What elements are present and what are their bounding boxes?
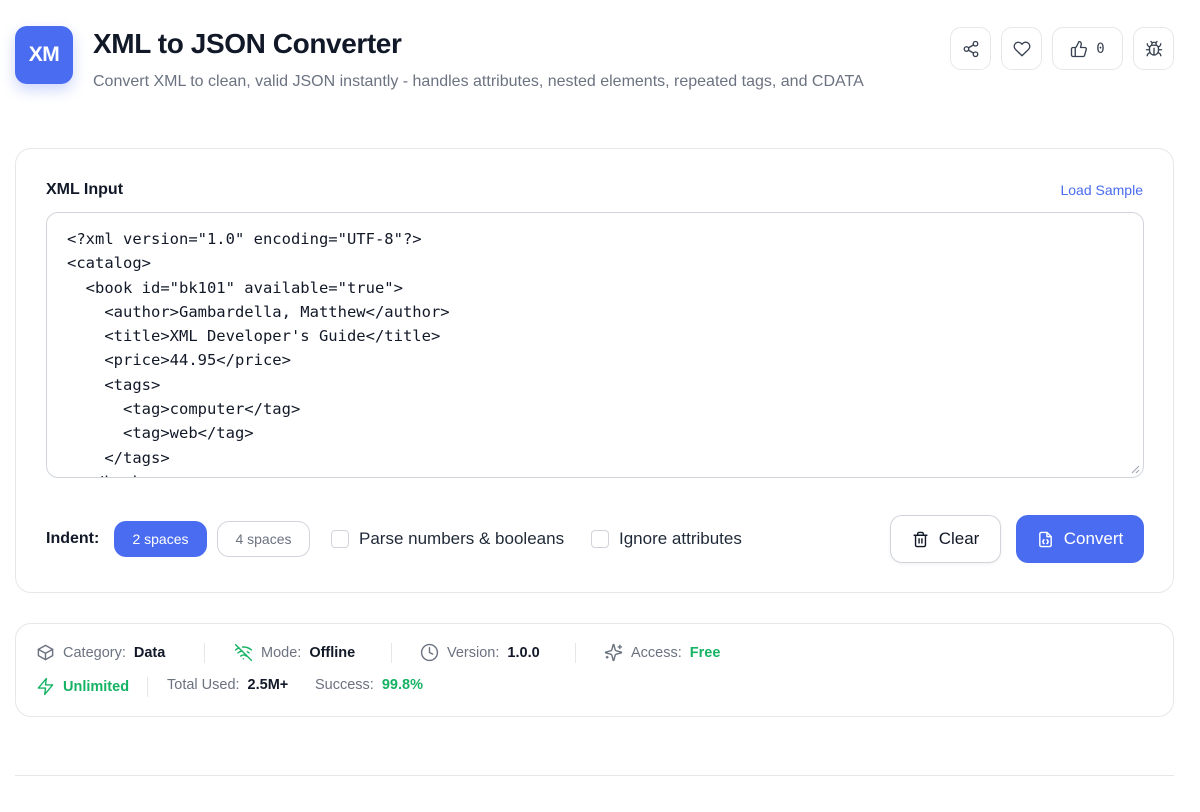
xml-input-content[interactable]: <?xml version="1.0" encoding="UTF-8"?> <… [67, 227, 1123, 477]
parse-numbers-checkbox[interactable] [331, 530, 349, 548]
report-bug-button[interactable] [1133, 27, 1174, 70]
indent-4-spaces-button[interactable]: 4 spaces [217, 521, 310, 557]
like-button[interactable]: 0 [1052, 27, 1123, 70]
xml-input-label: XML Input [46, 181, 124, 198]
category-info: Category: Data [36, 643, 165, 662]
success-info: Success: 99.8% [315, 677, 423, 693]
mode-value: Offline [309, 644, 356, 661]
heart-icon [1013, 41, 1030, 56]
page-subtitle: Convert XML to clean, valid JSON instant… [93, 73, 864, 90]
mode-info: Mode: Offline [234, 643, 355, 662]
share-icon [963, 40, 978, 57]
divider [15, 775, 1174, 776]
category-value: Data [133, 644, 166, 661]
tool-info-panel: Category: Data Mode: Offline Version: 1.… [15, 623, 1174, 717]
unlimited-badge: Unlimited [63, 678, 130, 695]
divider [147, 677, 148, 697]
mode-label: Mode: [261, 644, 302, 661]
app-logo: XM [15, 26, 73, 84]
total-used-label: Total Used: [167, 677, 240, 693]
ignore-attributes-label[interactable]: Ignore attributes [619, 529, 742, 549]
package-icon [37, 644, 54, 661]
convert-button-label: Convert [1063, 529, 1124, 548]
share-button[interactable] [950, 27, 991, 70]
version-value: 1.0.0 [507, 644, 540, 661]
lightning-icon [37, 677, 54, 696]
file-convert-icon [1038, 531, 1052, 547]
success-value: 99.8% [381, 677, 423, 693]
favorite-button[interactable] [1001, 27, 1042, 70]
load-sample-link[interactable]: Load Sample [1060, 182, 1143, 198]
options-bar: Indent: 2 spaces 4 spaces Parse numbers … [46, 515, 1144, 563]
converter-card: XML Input Load Sample <?xml version="1.0… [15, 148, 1174, 593]
bug-icon [1145, 40, 1162, 56]
divider [575, 643, 576, 663]
clear-button-label: Clear [938, 529, 980, 548]
access-value: Free [689, 644, 721, 661]
wifi-off-icon [234, 643, 253, 662]
ignore-attributes-checkbox[interactable] [591, 530, 609, 548]
access-label: Access: [631, 644, 682, 661]
clock-icon [420, 643, 439, 662]
access-info: Access: Free [604, 643, 720, 662]
success-label: Success: [315, 677, 374, 693]
parse-numbers-label[interactable]: Parse numbers & booleans [359, 529, 564, 549]
xml-input-textarea[interactable]: <?xml version="1.0" encoding="UTF-8"?> <… [46, 212, 1144, 478]
resize-handle-icon[interactable] [1130, 464, 1140, 474]
total-used-value: 2.5M+ [247, 677, 289, 693]
divider [391, 643, 392, 663]
page-title: XML to JSON Converter [93, 28, 402, 59]
divider [204, 643, 205, 663]
convert-button[interactable]: Convert [1016, 515, 1144, 563]
usage-limit-info: Unlimited [36, 677, 129, 696]
version-label: Version: [447, 644, 500, 661]
sparkles-icon [604, 643, 623, 662]
indent-label: Indent: [46, 530, 100, 547]
trash-icon [913, 531, 928, 547]
thumbs-up-icon [1071, 40, 1088, 57]
category-label: Category: [63, 644, 126, 661]
total-used-info: Total Used: 2.5M+ [167, 677, 288, 693]
clear-button[interactable]: Clear [890, 515, 1001, 563]
like-count: 0 [1096, 40, 1105, 57]
indent-2-spaces-button[interactable]: 2 spaces [114, 521, 207, 557]
version-info: Version: 1.0.0 [420, 643, 540, 662]
logo-text: XM [28, 43, 60, 66]
